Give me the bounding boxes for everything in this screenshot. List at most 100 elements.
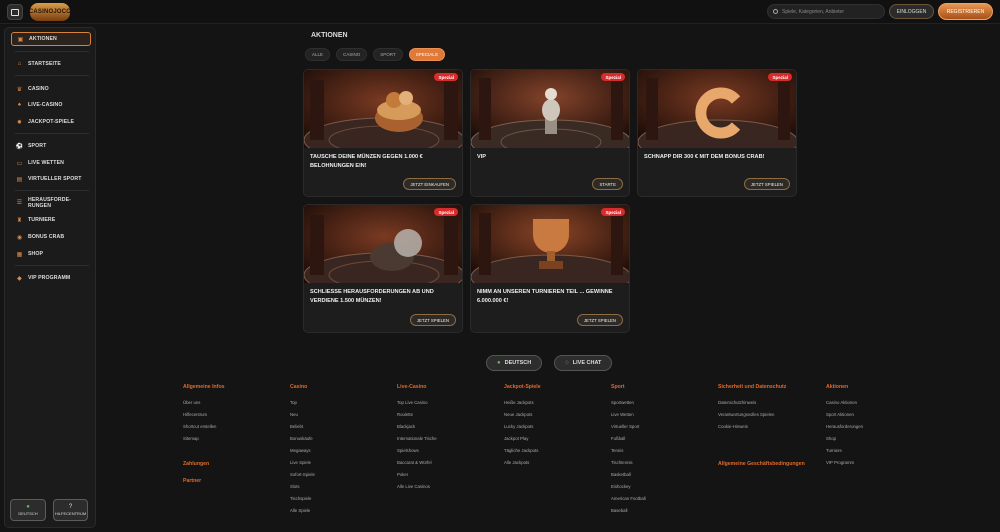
- footer-link[interactable]: Tischspiele: [290, 496, 315, 508]
- register-button[interactable]: REGISTRIEREN: [938, 3, 993, 20]
- footer-link[interactable]: Live Spiele: [290, 460, 315, 472]
- footer-link[interactable]: Megaways: [290, 448, 315, 460]
- footer-heading-zahlungen[interactable]: Zahlungen: [183, 461, 209, 467]
- footer-link[interactable]: Über uns: [183, 400, 225, 412]
- search-input[interactable]: Spiele, Kategorien, Anbieter: [767, 4, 885, 19]
- footer-link[interactable]: Live Wetten: [611, 412, 646, 424]
- sidebar-item-casino[interactable]: ♛ CASINO: [11, 82, 91, 96]
- sidebar-item-virtueller-sport[interactable]: ▤ VIRTUELLER SPORT: [11, 172, 91, 186]
- footer-link[interactable]: Cookie-Hinweis: [718, 424, 786, 436]
- footer-link[interactable]: Fußball: [611, 436, 646, 448]
- footer-link[interactable]: Sport Aktionen: [826, 412, 863, 424]
- language-button[interactable]: ● DEUTSCH: [10, 499, 46, 521]
- sidebar-item-jackpot[interactable]: ✸ JACKPOT-SPIELE: [11, 115, 91, 129]
- footer-link[interactable]: Hilfecentrum: [183, 412, 225, 424]
- footer-link[interactable]: Virtueller Sport: [611, 424, 646, 436]
- sidebar-item-startseite[interactable]: ⌂ STARTSEITE: [11, 57, 91, 71]
- footer-link[interactable]: Internationale Tische: [397, 436, 437, 448]
- footer-link[interactable]: Poker: [397, 472, 437, 484]
- promo-image-tournaments: [471, 205, 629, 283]
- divider: [15, 75, 89, 76]
- top-bar: CASINOJOCO Spiele, Kategorien, Anbieter …: [0, 0, 1000, 24]
- footer-link[interactable]: Lucky Jackpots: [504, 424, 541, 436]
- promo-image-bonus-crab: [638, 70, 796, 148]
- footer-link[interactable]: Alle Live Casinos: [397, 484, 437, 496]
- sidebar-item-sport[interactable]: ⚽ SPORT: [11, 139, 91, 153]
- footer-link[interactable]: Basketball: [611, 472, 646, 484]
- footer-link[interactable]: Shortcut erstellen: [183, 424, 225, 436]
- promo-card[interactable]: Spezial TAUSCHE DEINE MÜNZEN GEGEN 1.000…: [303, 69, 463, 197]
- footer-link[interactable]: Spielshows: [397, 448, 437, 460]
- footer-link[interactable]: Tägliche Jackpots: [504, 448, 541, 460]
- footer-link[interactable]: American Football: [611, 496, 646, 508]
- sidebar-item-vip[interactable]: ◆ VIP PROGRAMM: [11, 271, 91, 285]
- footer-link[interactable]: Neu: [290, 412, 315, 424]
- footer-link[interactable]: Verantwortungsvolles Spielen: [718, 412, 786, 424]
- footer-link[interactable]: Eishockey: [611, 484, 646, 496]
- tab-specials[interactable]: SPECIALS: [408, 48, 445, 61]
- footer-link[interactable]: Herausforderungen: [826, 424, 863, 436]
- promo-cta-button[interactable]: STARTE: [592, 178, 623, 190]
- footer-link[interactable]: Jackpot Play: [504, 436, 541, 448]
- footer-heading: Aktionen: [826, 384, 849, 390]
- footer-link[interactable]: Shop: [826, 436, 863, 448]
- footer-link[interactable]: Tennis: [611, 448, 646, 460]
- footer-language-button[interactable]: ● DEUTSCH: [486, 355, 543, 371]
- footer-link[interactable]: Slots: [290, 484, 315, 496]
- footer-link[interactable]: Tischtennis: [611, 460, 646, 472]
- footer-link[interactable]: Turniere: [826, 448, 863, 460]
- footer-link[interactable]: Baccarat & Würfel: [397, 460, 437, 472]
- tab-casino[interactable]: CASINO: [336, 48, 368, 61]
- divider: [15, 133, 89, 134]
- sidebar-item-live-wetten[interactable]: ▭ LIVE WETTEN: [11, 156, 91, 170]
- footer-link[interactable]: Top: [290, 400, 315, 412]
- footer-link[interactable]: Bonuskäufe: [290, 436, 315, 448]
- footer-link[interactable]: Top Live Casino: [397, 400, 437, 412]
- footer-heading-partner[interactable]: Partner: [183, 478, 201, 484]
- menu-toggle-button[interactable]: [7, 4, 23, 20]
- footer-link[interactable]: Datenschutzhinweis: [718, 400, 786, 412]
- tab-sport[interactable]: SPORT: [373, 48, 403, 61]
- promo-cta-button[interactable]: JETZT SPIELEN: [743, 178, 790, 190]
- shop-icon: ▦: [16, 251, 23, 258]
- sidebar-item-turniere[interactable]: ♜ TURNIERE: [11, 213, 91, 227]
- login-button[interactable]: EINLOGGEN: [889, 4, 934, 19]
- promo-card[interactable]: Spezial SCHLIESSE HERAUSFORDERUNGEN AB U…: [303, 204, 463, 333]
- footer-link[interactable]: Casino Aktionen: [826, 400, 863, 412]
- footer-heading-agb[interactable]: Allgemeine Geschäftsbedingungen: [718, 461, 805, 467]
- promo-card[interactable]: Spezial VIP STARTE: [470, 69, 630, 197]
- footer-link[interactable]: Sitemap: [183, 436, 225, 448]
- promo-cta-button[interactable]: JETZT SPIELEN: [409, 314, 456, 326]
- promo-cta-button[interactable]: JETZT EINKAUFEN: [403, 178, 456, 190]
- footer-link[interactable]: Sportwetten: [611, 400, 646, 412]
- live-chat-button[interactable]: ◌ LIVE CHAT: [554, 355, 613, 371]
- promo-card[interactable]: Spezial SCHNAPP DIR 300 € MIT DEM BONUS …: [637, 69, 797, 197]
- footer-link[interactable]: Beliebt: [290, 424, 315, 436]
- help-button[interactable]: ? HILFECENTRUM: [53, 499, 88, 521]
- promo-cta-button[interactable]: JETZT SPIELEN: [576, 314, 623, 326]
- footer-column: Jackpot-Spiele Heiße Jackpots Neue Jackp…: [504, 384, 541, 472]
- footer-column: Allgemeine Infos Über uns Hilfecentrum S…: [183, 384, 225, 448]
- footer-link[interactable]: Alle Jackpots: [504, 460, 541, 472]
- help-icon: ?: [68, 504, 73, 510]
- footer-link[interactable]: Roulette: [397, 412, 437, 424]
- sidebar-item-bonus-crab[interactable]: ◉ BONUS CRAB: [11, 230, 91, 244]
- tab-alle[interactable]: ALLE: [305, 48, 331, 61]
- footer-link[interactable]: Heiße Jackpots: [504, 400, 541, 412]
- sidebar-item-herausforderungen[interactable]: ☰ HERAUSFORDE- RUNGEN: [11, 194, 91, 212]
- footer-link[interactable]: Blackjack: [397, 424, 437, 436]
- sidebar-item-shop[interactable]: ▦ SHOP: [11, 247, 91, 261]
- promo-image-coins: [304, 70, 462, 148]
- sidebar-item-aktionen[interactable]: ▣ AKTIONEN: [11, 32, 91, 46]
- sidebar-item-live-casino[interactable]: ♠ LIVE-CASINO: [11, 98, 91, 112]
- footer-link[interactable]: Neue Jackpots: [504, 412, 541, 424]
- footer-link[interactable]: Baseball: [611, 508, 646, 520]
- special-badge: Spezial: [768, 73, 792, 81]
- promo-title: SCHNAPP DIR 300 € MIT DEM BONUS CRAB!: [644, 154, 765, 160]
- search-placeholder: Spiele, Kategorien, Anbieter: [782, 8, 844, 15]
- logo[interactable]: CASINOJOCO: [29, 3, 71, 21]
- promo-card[interactable]: Spezial NIMM AN UNSEREN TURNIEREN TEIL .…: [470, 204, 630, 333]
- footer-link[interactable]: Sofort-Spiele: [290, 472, 315, 484]
- footer-link[interactable]: Alle Spiele: [290, 508, 315, 520]
- footer-link[interactable]: VIP Programm: [826, 460, 863, 472]
